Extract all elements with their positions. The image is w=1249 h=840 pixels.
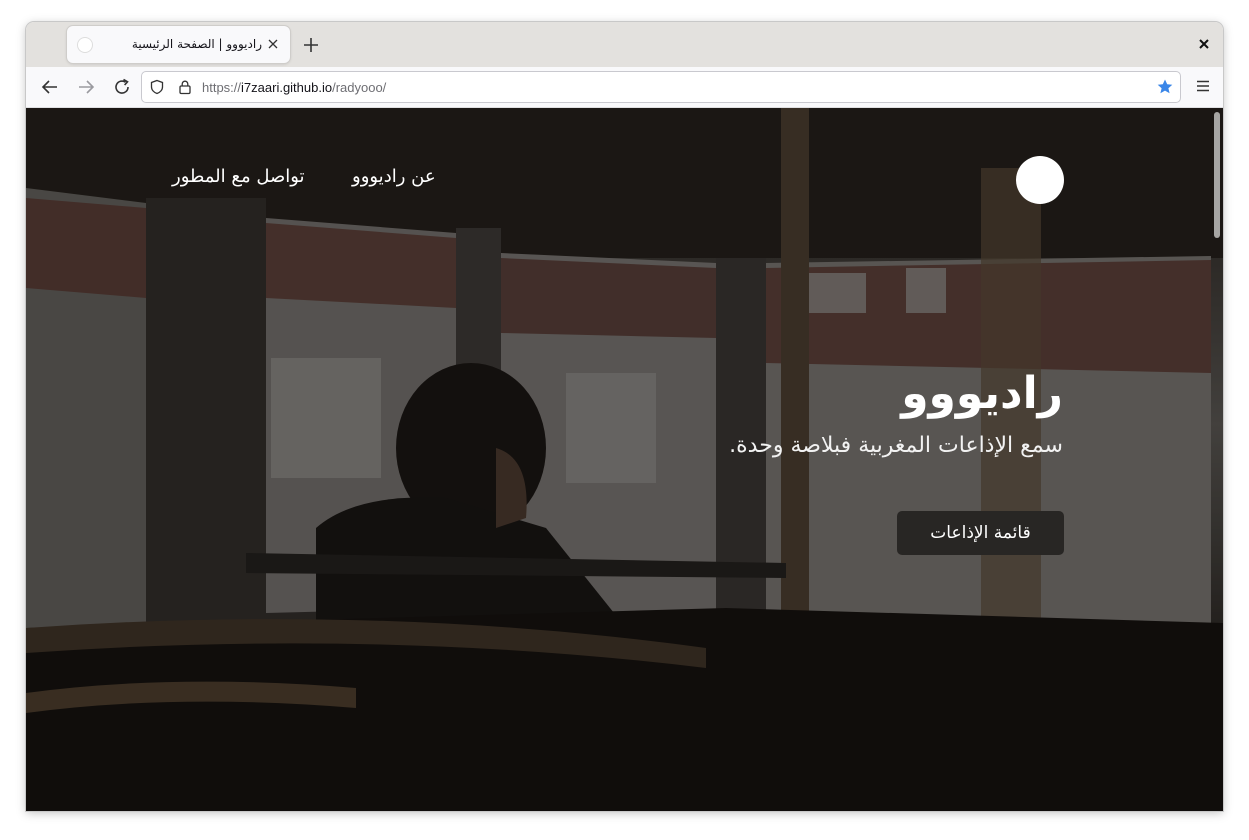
tab-close-icon[interactable]	[264, 35, 282, 53]
nav-link-about[interactable]: عن راديووو	[352, 166, 436, 187]
page-hero-section: عن راديووو تواصل مع المطور راديووو سمع ا…	[26, 108, 1223, 811]
favicon-icon	[78, 38, 92, 52]
bookmark-star-icon[interactable]	[1156, 78, 1174, 96]
tab-active[interactable]: راديووو | الصفحة الرئيسية	[67, 26, 290, 63]
hero-title: راديووو	[901, 368, 1063, 419]
hero-subtitle: سمع الإذاعات المغربية فبلاصة وحدة.	[729, 433, 1063, 458]
hero-background-image	[26, 108, 1223, 811]
lock-icon[interactable]	[177, 79, 193, 95]
url-bar[interactable]: https://i7zaari.github.io/radyooo/	[141, 71, 1181, 103]
site-logo[interactable]	[1016, 156, 1064, 204]
page-scrollbar[interactable]	[1214, 112, 1220, 238]
stations-list-button[interactable]: قائمة الإذاعات	[897, 511, 1064, 555]
browser-window: راديووو | الصفحة الرئيسية https://i7zaar…	[26, 22, 1223, 811]
back-arrow-icon[interactable]	[38, 75, 62, 99]
reload-icon[interactable]	[110, 75, 134, 99]
forward-arrow-icon[interactable]	[74, 75, 98, 99]
nav-link-contact-developer[interactable]: تواصل مع المطور	[172, 166, 305, 187]
url-text[interactable]: https://i7zaari.github.io/radyooo/	[202, 80, 386, 95]
navigation-toolbar: https://i7zaari.github.io/radyooo/	[26, 67, 1223, 108]
url-path: /radyooo/	[332, 80, 387, 95]
new-tab-plus-icon[interactable]	[301, 35, 321, 55]
tab-strip: راديووو | الصفحة الرئيسية	[26, 22, 1223, 67]
window-close-icon[interactable]	[1195, 35, 1213, 53]
hamburger-menu-icon[interactable]	[1195, 78, 1211, 94]
tab-title: راديووو | الصفحة الرئيسية	[131, 37, 262, 51]
url-host: i7zaari.github.io	[241, 80, 333, 95]
shield-icon[interactable]	[149, 79, 165, 95]
url-scheme: https://	[202, 80, 242, 95]
